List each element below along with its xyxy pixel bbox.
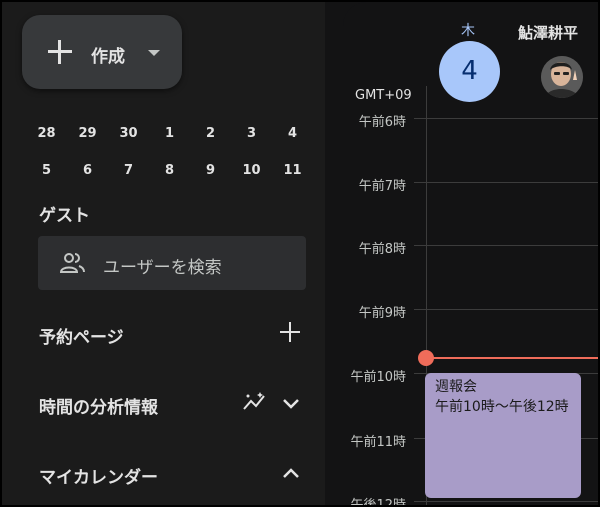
mini-calendar-day[interactable]: 11 xyxy=(272,163,313,178)
event-time: 午前10時〜午後12時 xyxy=(435,399,569,415)
hour-label: 午前11時 xyxy=(350,435,406,450)
mini-calendar-week: 5 6 7 8 9 10 11 xyxy=(26,163,312,183)
hour-gridline xyxy=(414,309,598,310)
date-circle[interactable]: 4 xyxy=(439,41,500,102)
chevron-down-icon[interactable] xyxy=(282,395,300,414)
search-people-input[interactable]: ユーザーを検索 xyxy=(38,236,306,290)
timezone-label: GMT+09 xyxy=(355,88,412,103)
mini-calendar-day[interactable]: 29 xyxy=(67,126,108,141)
current-time-line xyxy=(427,357,598,359)
hour-label: 午前6時 xyxy=(358,115,406,130)
create-button-label: 作成 xyxy=(91,47,125,67)
mini-calendar-day[interactable]: 30 xyxy=(108,126,149,141)
mini-calendar-day[interactable]: 4 xyxy=(272,126,313,141)
chevron-up-icon[interactable] xyxy=(282,464,300,483)
hour-gridline xyxy=(414,245,598,246)
time-insights-title[interactable]: 時間の分析情報 xyxy=(39,393,158,418)
hour-gridline xyxy=(414,118,598,119)
mini-calendar-day[interactable]: 6 xyxy=(67,163,108,178)
event-block[interactable]: 週報会 午前10時〜午後12時 xyxy=(425,373,581,498)
hour-label: 午前10時 xyxy=(350,370,406,385)
booking-page-title[interactable]: 予約ページ xyxy=(39,323,124,348)
plus-icon xyxy=(48,40,72,64)
mini-calendar-week: 28 29 30 1 2 3 4 xyxy=(26,126,312,146)
day-of-week: 木 xyxy=(461,23,475,39)
day-view: 木 4 鮎澤耕平 GMT+09 午前6時 午前7時 午前8時 午前9時 午前10… xyxy=(343,2,598,507)
sidebar: 作成 28 29 30 1 2 3 4 5 6 7 8 9 10 11 ゲスト xyxy=(2,2,325,505)
insights-icon[interactable] xyxy=(242,391,268,417)
people-icon xyxy=(59,252,86,278)
mini-calendar-day[interactable]: 1 xyxy=(149,126,190,141)
chevron-down-icon xyxy=(148,50,160,56)
mini-calendar-day[interactable]: 8 xyxy=(149,163,190,178)
mini-calendar-day[interactable]: 9 xyxy=(190,163,231,178)
hour-label: 午後12時 xyxy=(350,498,406,507)
mini-calendar-day[interactable]: 3 xyxy=(231,126,272,141)
hour-gridline xyxy=(414,501,598,502)
hour-label: 午前7時 xyxy=(358,179,406,194)
app-window: 作成 28 29 30 1 2 3 4 5 6 7 8 9 10 11 ゲスト xyxy=(0,0,600,507)
search-placeholder: ユーザーを検索 xyxy=(103,258,222,278)
mini-calendar-day[interactable]: 10 xyxy=(231,163,272,178)
mini-calendar-day[interactable]: 5 xyxy=(26,163,67,178)
guests-title: ゲスト xyxy=(39,206,90,226)
person-name: 鮎澤耕平 xyxy=(518,24,579,42)
event-title: 週報会 xyxy=(435,379,477,395)
create-button[interactable]: 作成 xyxy=(22,15,182,89)
plus-icon[interactable] xyxy=(280,322,300,346)
my-calendars-title[interactable]: マイカレンダー xyxy=(39,463,158,488)
current-time-dot xyxy=(418,350,434,366)
mini-calendar-day[interactable]: 7 xyxy=(108,163,149,178)
hour-gridline xyxy=(414,182,598,183)
avatar[interactable] xyxy=(541,56,583,98)
hour-label: 午前8時 xyxy=(358,242,406,257)
hour-label: 午前9時 xyxy=(358,306,406,321)
mini-calendar-day[interactable]: 2 xyxy=(190,126,231,141)
mini-calendar-day[interactable]: 28 xyxy=(26,126,67,141)
